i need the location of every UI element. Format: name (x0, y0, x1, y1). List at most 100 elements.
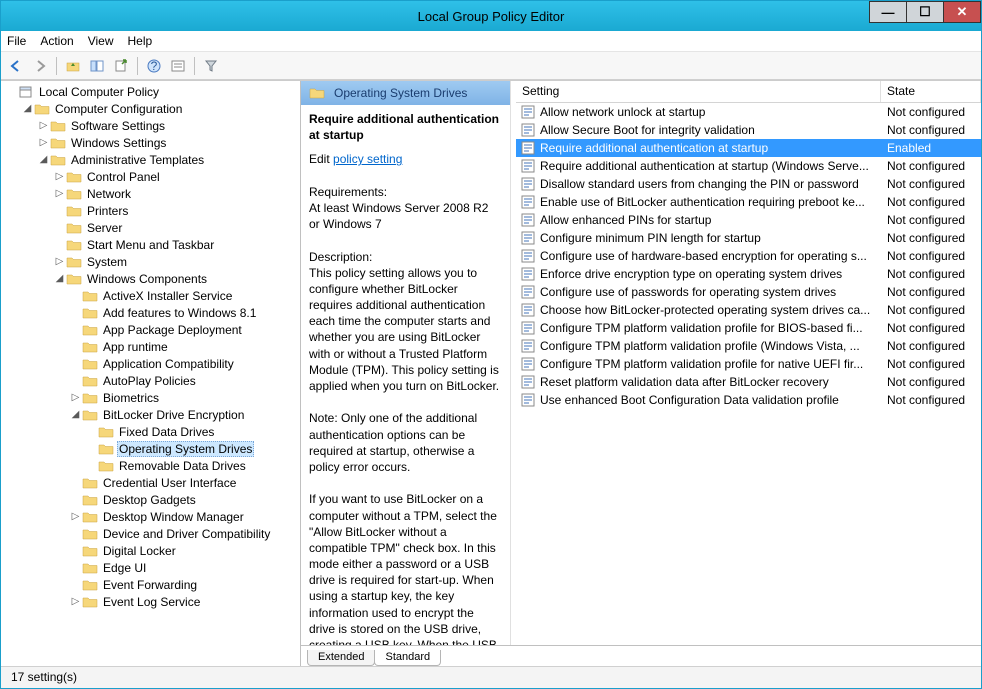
tree-item-sm[interactable]: Start Menu and Taskbar (3, 236, 300, 253)
tree-item-dwm[interactable]: ▷Desktop Window Manager (3, 508, 300, 525)
folder-icon (66, 221, 82, 235)
policy-row[interactable]: Reset platform validation data after Bit… (516, 373, 981, 391)
tree-item-ax[interactable]: ActiveX Installer Service (3, 287, 300, 304)
tab-extended[interactable]: Extended (307, 650, 375, 666)
policy-row[interactable]: Configure use of passwords for operating… (516, 283, 981, 301)
titlebar[interactable]: Local Group Policy Editor — ☐ ✕ (1, 1, 981, 31)
expand-icon[interactable]: ▷ (37, 137, 50, 148)
expand-icon[interactable]: ▷ (53, 171, 66, 182)
expand-icon[interactable]: ▷ (69, 596, 82, 607)
tree-item-ap[interactable]: AutoPlay Policies (3, 372, 300, 389)
policy-icon (520, 302, 536, 318)
tree-item-root[interactable]: Local Computer Policy (3, 83, 300, 100)
policy-row[interactable]: Enable use of BitLocker authentication r… (516, 193, 981, 211)
column-setting[interactable]: Setting (516, 81, 881, 102)
folder-icon (82, 391, 98, 405)
policy-state: Not configured (881, 267, 981, 281)
policy-row[interactable]: Enforce drive encryption type on operati… (516, 265, 981, 283)
tree-item-dl[interactable]: Digital Locker (3, 542, 300, 559)
export-list-button[interactable] (110, 55, 132, 77)
policy-row[interactable]: Configure TPM platform validation profil… (516, 355, 981, 373)
folder-icon (82, 544, 98, 558)
policy-row[interactable]: Require additional authentication at sta… (516, 157, 981, 175)
policy-row[interactable]: Disallow standard users from changing th… (516, 175, 981, 193)
tree-item-cp[interactable]: ▷Control Panel (3, 168, 300, 185)
tree-item-af[interactable]: Add features to Windows 8.1 (3, 304, 300, 321)
menu-view[interactable]: View (88, 34, 114, 48)
expand-icon[interactable]: ◢ (37, 154, 50, 165)
tree-item-osd[interactable]: Operating System Drives (3, 440, 300, 457)
expand-icon[interactable]: ▷ (69, 392, 82, 403)
policy-row[interactable]: Configure TPM platform validation profil… (516, 319, 981, 337)
minimize-button[interactable]: — (869, 1, 907, 23)
edit-policy-link[interactable]: policy setting (333, 152, 402, 166)
tree-item-els[interactable]: ▷Event Log Service (3, 593, 300, 610)
expand-icon[interactable]: ◢ (53, 273, 66, 284)
tree-item-bl[interactable]: ◢BitLocker Drive Encryption (3, 406, 300, 423)
folder-icon (34, 102, 50, 116)
column-state[interactable]: State (881, 81, 981, 102)
policy-icon (520, 284, 536, 300)
policy-state: Not configured (881, 105, 981, 119)
close-button[interactable]: ✕ (943, 1, 981, 23)
up-folder-button[interactable] (62, 55, 84, 77)
forward-button[interactable] (29, 55, 51, 77)
folder-icon (309, 86, 325, 100)
tree-item-ef[interactable]: Event Forwarding (3, 576, 300, 593)
policy-row[interactable]: Configure use of hardware-based encrypti… (516, 247, 981, 265)
settings-list[interactable]: Allow network unlock at startupNot confi… (516, 103, 981, 645)
policy-row[interactable]: Configure TPM platform validation profil… (516, 337, 981, 355)
policy-name: Configure TPM platform validation profil… (540, 357, 881, 371)
detail-body[interactable]: Require additional authentication at sta… (301, 105, 510, 645)
tree-item-ac[interactable]: Application Compatibility (3, 355, 300, 372)
policy-row[interactable]: Allow network unlock at startupNot confi… (516, 103, 981, 121)
back-button[interactable] (5, 55, 27, 77)
tree-item-pr[interactable]: Printers (3, 202, 300, 219)
folder-icon (82, 510, 98, 524)
tree-item-label: App runtime (101, 340, 170, 354)
policy-row[interactable]: Allow Secure Boot for integrity validati… (516, 121, 981, 139)
tree-item-at[interactable]: ◢Administrative Templates (3, 151, 300, 168)
tree-item-cui[interactable]: Credential User Interface (3, 474, 300, 491)
tree-item-eu[interactable]: Edge UI (3, 559, 300, 576)
tree-item-art[interactable]: App runtime (3, 338, 300, 355)
menu-action[interactable]: Action (40, 34, 73, 48)
menu-help[interactable]: Help (128, 34, 153, 48)
tree-item-fdd[interactable]: Fixed Data Drives (3, 423, 300, 440)
tree-item-nw[interactable]: ▷Network (3, 185, 300, 202)
policy-state: Not configured (881, 213, 981, 227)
properties-button[interactable] (167, 55, 189, 77)
tree-item-ddc[interactable]: Device and Driver Compatibility (3, 525, 300, 542)
policy-row[interactable]: Use enhanced Boot Configuration Data val… (516, 391, 981, 409)
tree-item-wc[interactable]: ◢Windows Components (3, 270, 300, 287)
tree-item-sy[interactable]: ▷System (3, 253, 300, 270)
filter-button[interactable] (200, 55, 222, 77)
tree-item-rdd[interactable]: Removable Data Drives (3, 457, 300, 474)
expand-icon[interactable]: ▷ (69, 511, 82, 522)
tree-view[interactable]: Local Computer Policy◢Computer Configura… (1, 81, 300, 666)
policy-row[interactable]: Choose how BitLocker-protected operating… (516, 301, 981, 319)
policy-row[interactable]: Configure minimum PIN length for startup… (516, 229, 981, 247)
expand-icon[interactable]: ▷ (53, 188, 66, 199)
folder-icon (82, 493, 98, 507)
tree-item-sv[interactable]: Server (3, 219, 300, 236)
folder-icon (98, 459, 114, 473)
show-hide-tree-button[interactable] (86, 55, 108, 77)
tree-item-cc[interactable]: ◢Computer Configuration (3, 100, 300, 117)
expand-icon[interactable]: ◢ (21, 103, 34, 114)
tree-item-ws[interactable]: ▷Windows Settings (3, 134, 300, 151)
tree-item-ss[interactable]: ▷Software Settings (3, 117, 300, 134)
policy-row[interactable]: Allow enhanced PINs for startupNot confi… (516, 211, 981, 229)
expand-icon[interactable]: ▷ (37, 120, 50, 131)
tree-item-dg[interactable]: Desktop Gadgets (3, 491, 300, 508)
policy-row[interactable]: Require additional authentication at sta… (516, 139, 981, 157)
expand-icon[interactable]: ◢ (69, 409, 82, 420)
menu-file[interactable]: File (7, 34, 26, 48)
tab-standard[interactable]: Standard (374, 650, 441, 666)
folder-icon (98, 425, 114, 439)
help-button[interactable]: ? (143, 55, 165, 77)
maximize-button[interactable]: ☐ (906, 1, 944, 23)
tree-item-apd[interactable]: App Package Deployment (3, 321, 300, 338)
expand-icon[interactable]: ▷ (53, 256, 66, 267)
tree-item-bm[interactable]: ▷Biometrics (3, 389, 300, 406)
